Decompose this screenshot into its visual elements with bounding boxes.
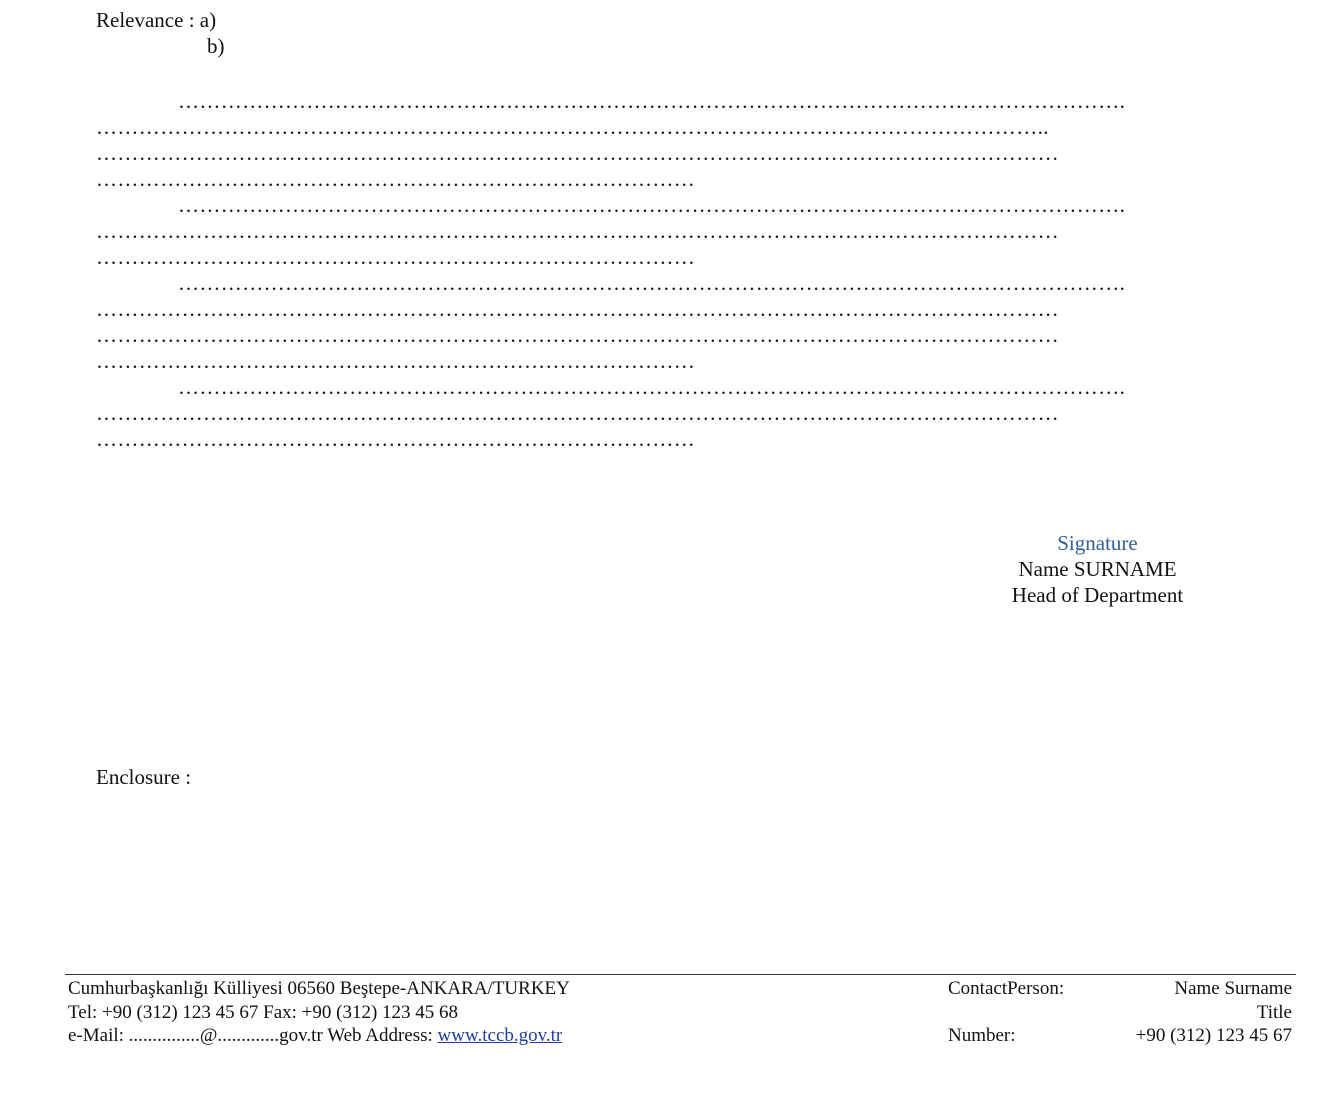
body-line: ……………………………………………………………………………………………………………	[96, 141, 1059, 165]
body-line: ……………………………………………………………………………………………………………	[178, 271, 1126, 295]
footer-address: Cumhurbaşkanlığı Külliyesi 06560 Beştepe…	[68, 978, 570, 999]
signature-block: Signature Name SURNAME Head of Departmen…	[960, 530, 1235, 608]
paragraph-1: ……………………………………………………………………………………………………………	[96, 88, 1258, 192]
paragraph-4: ……………………………………………………………………………………………………………	[96, 374, 1258, 452]
body-line: ……………………………………………………………………………………………………………	[178, 375, 1126, 399]
contact-person-row: ContactPerson: Name Surname	[948, 977, 1292, 1001]
paragraph-2: ……………………………………………………………………………………………………………	[96, 192, 1258, 270]
body-line: ……………………………………………………………………………………………………………	[96, 115, 1049, 139]
relevance-item-b: b)	[207, 34, 225, 58]
enclosure-label: Enclosure :	[96, 765, 192, 789]
signature-label: Signature	[1057, 531, 1138, 555]
body-line: ……………………………………………………………………………………………………………	[96, 401, 1059, 425]
body-line: …………………………………………………………………………	[96, 349, 696, 373]
body-line: ……………………………………………………………………………………………………………	[96, 219, 1059, 243]
footer-email-text: e-Mail: ...............@.............gov…	[68, 1025, 438, 1046]
signatory-title: Head of Department	[1011, 583, 1184, 607]
footer-email-web: e-Mail: ...............@.............gov…	[68, 1024, 570, 1048]
footer-contact-info: Cumhurbaşkanlığı Külliyesi 06560 Beştepe…	[68, 977, 570, 1048]
contact-person-label: ContactPerson:	[948, 978, 1065, 999]
body-line: …………………………………………………………………………	[96, 245, 696, 269]
body-line: ……………………………………………………………………………………………………………	[96, 323, 1059, 347]
letter-body: ………………………………………………………………………… …………………………………	[96, 88, 1258, 452]
contact-number-value: +90 (312) 123 45 67	[1135, 1025, 1292, 1046]
body-line: ……………………………………………………………………………………………………………	[178, 193, 1126, 217]
contact-title-row: Title	[948, 1001, 1292, 1025]
body-line: …………………………………………………………………………	[96, 427, 696, 451]
footer-divider	[65, 974, 1296, 975]
footer-tel-fax: Tel: +90 (312) 123 45 67 Fax: +90 (312) …	[68, 1001, 459, 1023]
contact-number-label: Number:	[948, 1025, 1016, 1046]
body-line: ……………………………………………………………………………………………………………	[96, 297, 1059, 321]
signatory-name: Name SURNAME	[1018, 557, 1177, 581]
contact-person-name: Name Surname	[1174, 978, 1292, 999]
body-line: …………………………………………………………………………	[96, 167, 696, 191]
footer-contact-person: ContactPerson: Name Surname Title Number…	[948, 977, 1292, 1048]
relevance-label: Relevance : a)	[96, 8, 217, 32]
paragraph-3: ……………………………………………………………………………………………………………	[96, 270, 1258, 374]
contact-person-title: Title	[1256, 1001, 1292, 1023]
contact-number-row: Number: +90 (312) 123 45 67	[948, 1024, 1292, 1048]
footer-web-link[interactable]: www.tccb.gov.tr	[438, 1025, 563, 1046]
body-line: ……………………………………………………………………………………………………………	[178, 89, 1126, 113]
